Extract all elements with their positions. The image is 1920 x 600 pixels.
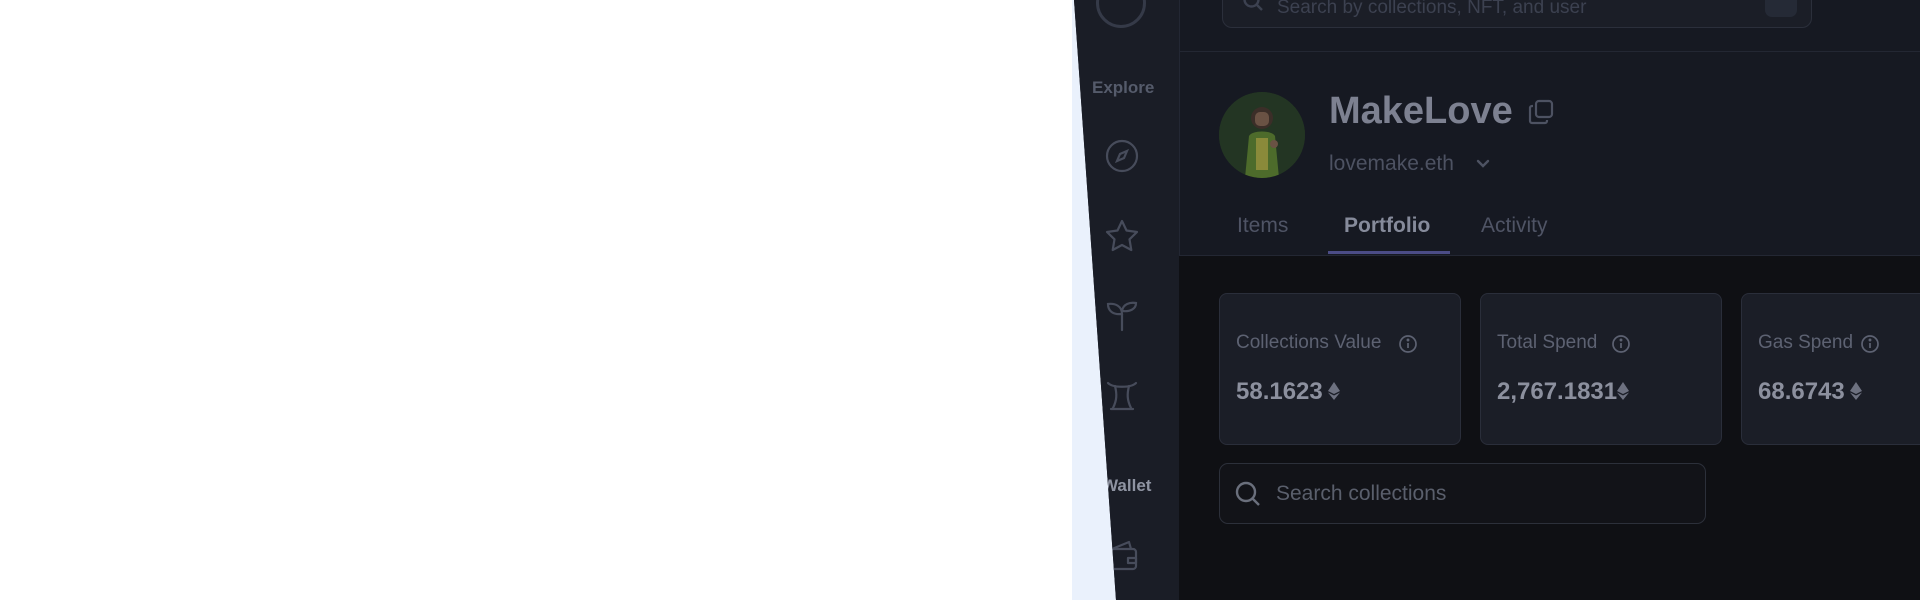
star-icon[interactable]	[1103, 217, 1141, 255]
global-search-placeholder: Search by collections, NFT, and user	[1277, 0, 1587, 18]
trophy-icon[interactable]	[1103, 376, 1141, 414]
sidebar-section-wallet: Wallet	[1102, 476, 1152, 495]
collections-search[interactable]	[1219, 463, 1706, 524]
eth-icon	[1617, 382, 1629, 400]
tab-portfolio[interactable]: Portfolio	[1344, 214, 1430, 238]
eth-icon	[1328, 382, 1340, 400]
collections-search-input[interactable]	[1274, 476, 1678, 512]
stat-label: Total Spend	[1497, 332, 1598, 353]
stat-label: Gas Spend	[1758, 332, 1854, 353]
search-icon	[1241, 0, 1265, 13]
search-icon	[1234, 480, 1262, 508]
profile-name: MakeLove	[1329, 90, 1513, 132]
copy-icon[interactable]	[1526, 97, 1556, 127]
compass-icon[interactable]	[1103, 137, 1141, 175]
info-icon[interactable]	[1611, 334, 1631, 354]
tab-items[interactable]: Items	[1237, 214, 1288, 238]
header-divider	[1179, 51, 1920, 52]
stat-value: 2,767.1831	[1497, 378, 1618, 405]
stat-card-collections-value: Collections Value 58.1623	[1219, 293, 1461, 445]
stat-value: 58.1623	[1236, 378, 1323, 405]
info-icon[interactable]	[1398, 334, 1418, 354]
chevron-down-icon[interactable]	[1474, 154, 1492, 172]
sprout-icon[interactable]	[1103, 296, 1141, 334]
global-search[interactable]: Search by collections, NFT, and user	[1222, 0, 1812, 28]
shortcut-badge	[1765, 0, 1797, 17]
avatar[interactable]	[1219, 92, 1305, 178]
app-window: Explore Wallet Search by collections, NF…	[1074, 0, 1920, 600]
stat-value: 68.6743	[1758, 378, 1845, 405]
logo-icon[interactable]	[1096, 0, 1146, 28]
tab-activity[interactable]: Activity	[1481, 214, 1548, 238]
stat-card-total-spend: Total Spend 2,767.1831	[1480, 293, 1722, 445]
active-tab-indicator	[1328, 251, 1450, 254]
stat-label: Collections Value	[1236, 332, 1382, 353]
ens-name[interactable]: lovemake.eth	[1329, 152, 1454, 176]
stat-card-gas-spend: Gas Spend 68.6743	[1741, 293, 1920, 445]
info-icon[interactable]	[1860, 334, 1880, 354]
eth-icon	[1850, 382, 1862, 400]
sidebar-section-explore: Explore	[1092, 78, 1155, 97]
